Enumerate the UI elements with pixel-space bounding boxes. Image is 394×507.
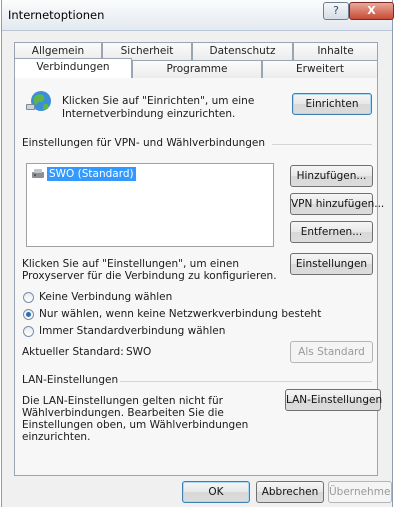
tab-programme[interactable]: Programme: [132, 60, 262, 78]
dialup-connection-icon: [32, 169, 44, 178]
vpn-group-heading: Einstellungen für VPN- und Wählverbindun…: [22, 137, 266, 149]
lan-text-line-2: Wählverbindungen. Bearbeiten Sie die: [22, 407, 224, 419]
radio-dial-when-no-network[interactable]: [23, 309, 34, 320]
set-default-button[interactable]: Als Standard: [290, 341, 373, 363]
apply-button[interactable]: Übernehmen: [328, 481, 392, 503]
proxy-settings-button[interactable]: Einstellungen: [290, 253, 373, 275]
cancel-button[interactable]: Abbrechen: [256, 481, 324, 503]
internet-options-dialog: Internetoptionen ? X Allgemein Sicherhei…: [1, 0, 394, 507]
lan-text-line-1: Die LAN-Einstellungen gelten nicht für: [22, 395, 223, 407]
radio-dial-when-no-network-label: Nur wählen, wenn keine Netzwerkverbindun…: [39, 308, 322, 320]
setup-text-line-2: Internetverbindung einzurichten.: [62, 108, 236, 120]
lan-text-line-4: einzurichten.: [22, 431, 91, 443]
tab-datenschutz[interactable]: Datenschutz: [192, 42, 293, 60]
current-default-value: SWO: [126, 346, 152, 358]
globe-network-icon: [26, 91, 51, 111]
radio-never-dial-label: Keine Verbindung wählen: [39, 291, 173, 303]
tab-inhalte[interactable]: Inhalte: [293, 42, 378, 60]
connection-item-swo[interactable]: SWO (Standard): [47, 167, 136, 181]
help-button[interactable]: ?: [323, 2, 349, 20]
vpn-group-divider: [272, 144, 372, 145]
window-title: Internetoptionen: [8, 8, 105, 22]
tab-erweitert[interactable]: Erweitert: [262, 60, 378, 78]
lan-group-divider: [120, 381, 372, 382]
tab-row-2: Verbindungen Programme Erweitert: [14, 58, 378, 78]
lan-group-heading: LAN-Einstellungen: [22, 374, 119, 386]
close-button[interactable]: X: [349, 2, 394, 20]
ok-button[interactable]: OK: [182, 481, 250, 503]
radio-never-dial[interactable]: [23, 292, 34, 303]
add-vpn-button[interactable]: VPN hinzufügen...: [290, 193, 384, 215]
tab-verbindungen[interactable]: Verbindungen: [14, 58, 132, 78]
proxy-text-line-2: Proxyserver für die Verbindung zu konfig…: [22, 270, 277, 282]
setup-text-line-1: Klicken Sie auf "Einrichten", um eine: [62, 95, 255, 107]
current-default-label: Aktueller Standard:: [22, 346, 124, 358]
radio-always-dial-label: Immer Standardverbindung wählen: [39, 325, 226, 337]
proxy-text-line-1: Klicken Sie auf "Einstellungen", um eine…: [22, 258, 240, 270]
remove-button[interactable]: Entfernen...: [290, 221, 373, 243]
add-button[interactable]: Hinzufügen...: [290, 165, 373, 187]
lan-settings-button[interactable]: LAN-Einstellungen: [285, 389, 382, 411]
title-bar[interactable]: Internetoptionen ? X: [2, 0, 394, 31]
setup-button[interactable]: Einrichten: [292, 93, 372, 115]
lan-text-line-3: Einstellungen oben, um Wählverbindungen: [22, 419, 249, 431]
connection-listbox[interactable]: SWO (Standard): [26, 163, 274, 247]
radio-always-dial[interactable]: [23, 326, 34, 337]
